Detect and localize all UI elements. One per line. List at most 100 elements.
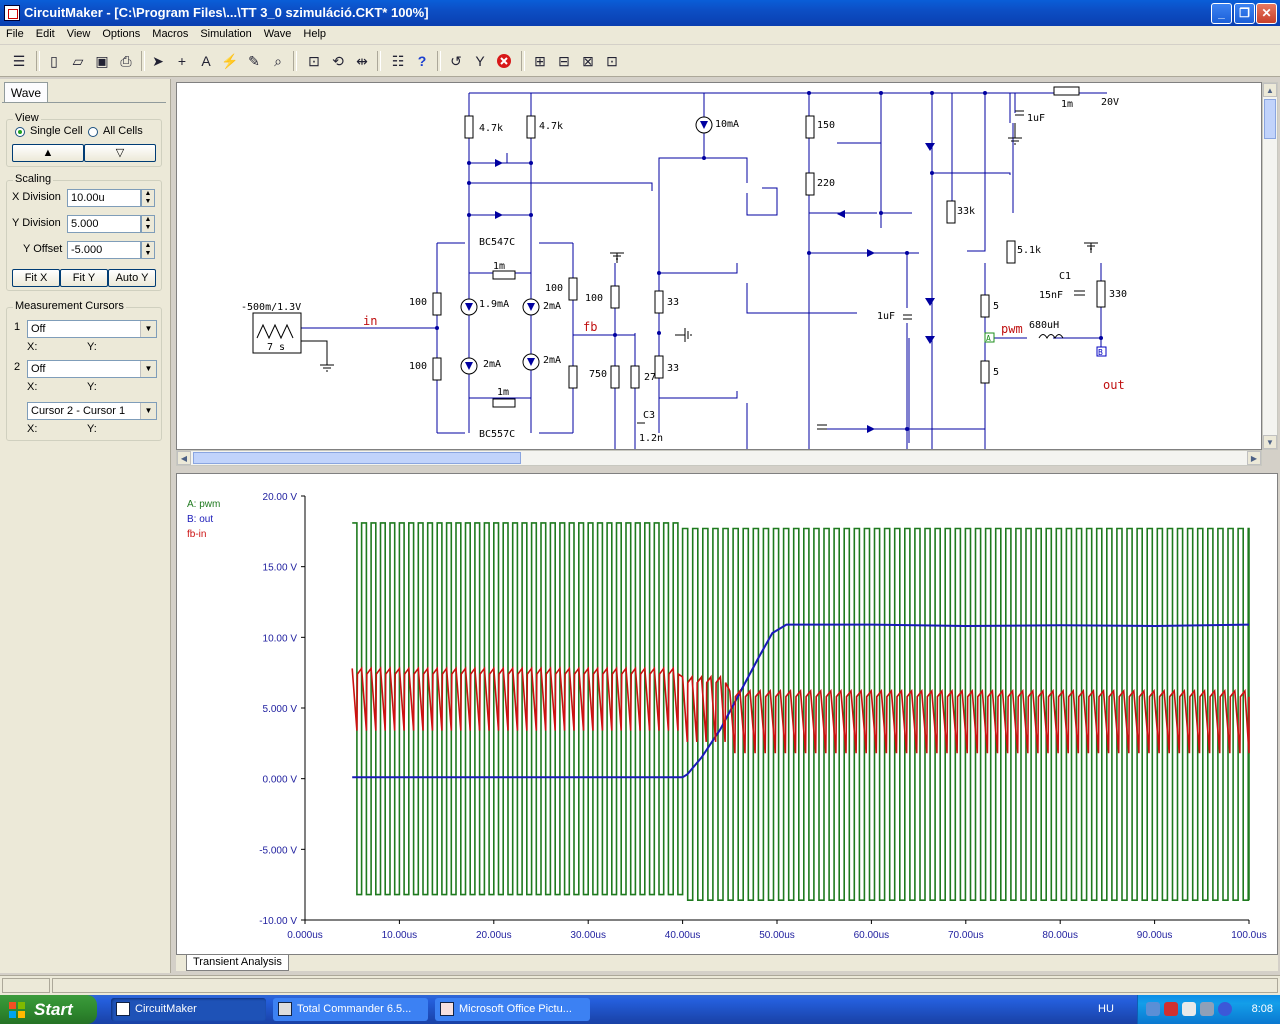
tab-wave[interactable]: Wave [4,82,48,103]
restore-button[interactable]: ❐ [1234,3,1255,24]
series-0-line [352,522,1250,901]
wave-split-icon[interactable]: ⊠ [577,50,599,72]
tab-transient-analysis[interactable]: Transient Analysis [186,955,289,971]
y-offset-spinner[interactable]: ▲ ▼ [141,241,155,259]
cursor-2-value: Off [31,363,46,375]
help-icon[interactable]: ? [411,50,433,72]
cursor-2-select[interactable]: Off ▼ [27,360,157,378]
fit-y-button[interactable]: Fit Y [60,269,108,287]
probe-tool-icon[interactable]: ✎ [243,50,265,72]
view-down-button[interactable]: ▽ [84,144,156,162]
wave-cell-icon[interactable]: ⊞ [529,50,551,72]
scroll-left-icon[interactable]: ◀ [177,451,191,465]
arrow-tool-icon[interactable]: ➤ [147,50,169,72]
cursor-1-select[interactable]: Off ▼ [27,320,157,338]
analysis-tab-strip: Transient Analysis [176,955,1278,971]
check-netlist-icon[interactable]: ☷ [387,50,409,72]
schematic-label: 100 [409,297,427,308]
cursor-diff-x-label: X: [27,423,38,435]
scroll-right-icon[interactable]: ▶ [1247,451,1261,465]
y-offset-field[interactable]: -5.000 [67,241,141,259]
zoom-fit-icon[interactable]: ⊡ [303,50,325,72]
volume-icon[interactable] [1182,1002,1196,1016]
stop-icon[interactable] [493,50,515,72]
schematic-horizontal-scrollbar[interactable]: ◀ ▶ [176,450,1262,466]
start-label: Start [34,1000,73,1019]
minimize-button[interactable]: _ [1211,3,1232,24]
language-indicator[interactable]: HU [1098,995,1114,1024]
x-division-field[interactable]: 10.00u [67,189,141,207]
windows-logo-icon [9,1002,25,1018]
schematic-canvas[interactable]: 4.7k 4.7k 10mA 150 220 1m 20V 1uF BC547C… [176,82,1262,450]
schematic-label: 20V [1101,97,1119,108]
single-cell-radio[interactable] [15,127,25,137]
schematic-label: 33k [957,206,975,217]
view-up-button[interactable]: ▲ [12,144,84,162]
delete-tool-icon[interactable]: ⚡ [219,50,241,72]
open-folder-icon[interactable]: ▱ [67,50,89,72]
mirror-icon[interactable]: ⇹ [351,50,373,72]
menu-help[interactable]: Help [297,26,332,40]
schematic-label: 1m [1061,99,1073,110]
wave-view-icon[interactable]: ⊟ [553,50,575,72]
legend-entry: A: pwm [187,499,220,510]
probe-b-label: B [1098,348,1103,357]
schematic-label: 680uH [1029,320,1059,331]
schematic-vertical-scrollbar[interactable]: ▲ ▼ [1262,82,1278,450]
task-circuitmaker[interactable]: CircuitMaker [111,998,266,1021]
scroll-up-icon[interactable]: ▲ [1263,83,1277,97]
security-shield-icon[interactable] [1164,1002,1178,1016]
reset-icon[interactable]: ↺ [445,50,467,72]
schematic-label: 100 [545,283,563,294]
schematic-label: 150 [817,120,835,131]
bluetooth-icon[interactable] [1218,1002,1232,1016]
title-bar: CircuitMaker - [C:\Program Files\...\TT … [0,0,1280,26]
save-icon[interactable]: ▣ [91,50,113,72]
schematic-label: 4.7k [539,121,563,132]
schematic-label: 1m [497,387,509,398]
picture-icon [440,1002,454,1016]
fit-x-button[interactable]: Fit X [12,269,60,287]
print-icon[interactable]: ⎙ [115,50,137,72]
menu-edit[interactable]: Edit [30,26,61,40]
menu-macros[interactable]: Macros [146,26,194,40]
rotate-icon[interactable]: ⟲ [327,50,349,72]
y-division-field[interactable]: 5.000 [67,215,141,233]
wire-tool-icon[interactable]: + [171,50,193,72]
all-cells-radio[interactable] [88,127,98,137]
text-tool-icon[interactable]: A [195,50,217,72]
wave-config-icon[interactable]: ⊡ [601,50,623,72]
menu-options[interactable]: Options [96,26,146,40]
waveform-viewer[interactable]: 20.00 V 15.00 V 10.00 V 5.000 V 0.000 V -5.00… [176,473,1278,955]
x-tick-label: 90.00us [1137,930,1173,941]
auto-y-button[interactable]: Auto Y [108,269,156,287]
x-division-spinner[interactable]: ▲ ▼ [141,189,155,207]
step-icon[interactable]: Y [469,50,491,72]
menu-simulation[interactable]: Simulation [194,26,257,40]
floppy-icon [278,1002,292,1016]
task-office-picture[interactable]: Microsoft Office Pictu... [435,998,590,1021]
menu-wave[interactable]: Wave [258,26,298,40]
new-file-icon[interactable]: ▯ [43,50,65,72]
toolbar-separator [437,51,441,71]
device-icon[interactable] [1200,1002,1214,1016]
network-icon[interactable] [1146,1002,1160,1016]
menu-file[interactable]: File [0,26,30,40]
menu-view[interactable]: View [61,26,97,40]
view-group-label: View [13,112,41,124]
schematic-label: C3 [643,410,655,421]
app-icon[interactable] [4,5,20,21]
cursor-diff-y-label: Y: [87,423,97,435]
task-label: CircuitMaker [135,1003,197,1015]
zoom-tool-icon[interactable]: ⌕ [267,50,289,72]
scroll-down-icon[interactable]: ▼ [1263,435,1277,449]
scroll-thumb[interactable] [1264,99,1276,139]
y-division-spinner[interactable]: ▲ ▼ [141,215,155,233]
schematic-label: 100 [409,361,427,372]
scroll-thumb[interactable] [193,452,521,464]
cursor-diff-select[interactable]: Cursor 2 - Cursor 1 ▼ [27,402,157,420]
close-button[interactable]: ✕ [1256,3,1277,24]
start-button[interactable]: Start [0,995,97,1024]
task-total-commander[interactable]: Total Commander 6.5... [273,998,428,1021]
digital-analog-toggle-icon[interactable]: ☰ [8,50,30,72]
